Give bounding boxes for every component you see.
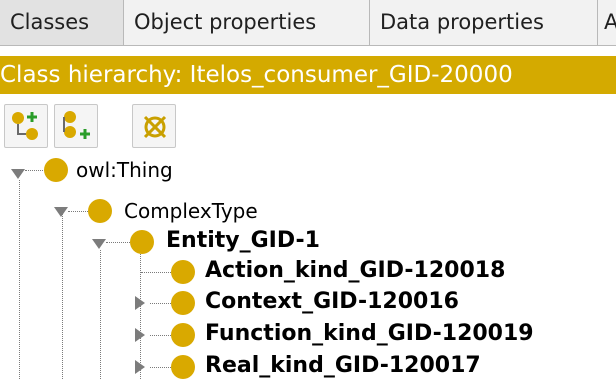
- tree-node-label: owl:Thing: [76, 158, 173, 182]
- class-hierarchy-header: Class hierarchy: Itelos_consumer_GID-200…: [0, 56, 616, 94]
- class-hierarchy-tree: owl:Thing ComplexType Entity_GID-1 Actio…: [0, 158, 616, 379]
- tab-classes[interactable]: Classes: [0, 0, 124, 45]
- collapsed-triangle-icon[interactable]: [132, 327, 148, 343]
- tree-node-label: Real_kind_GID-120017: [205, 353, 481, 378]
- class-icon: [44, 158, 68, 182]
- tab-object-properties[interactable]: Object properties: [124, 0, 370, 45]
- delete-class-icon: [143, 115, 167, 139]
- class-icon: [88, 199, 112, 223]
- tree-connector: [25, 170, 45, 171]
- tree-connector: [150, 303, 171, 304]
- tab-annotation-properties[interactable]: A: [598, 0, 616, 45]
- tree-connector: [150, 335, 171, 336]
- hierarchy-toolbar: [0, 104, 616, 150]
- tree-node-label: Action_kind_GID-120018: [205, 258, 506, 283]
- class-icon: [171, 323, 195, 347]
- delete-class-button[interactable]: [132, 104, 176, 148]
- expanded-triangle-icon[interactable]: [10, 166, 26, 182]
- tree-node-label: Function_kind_GID-120019: [205, 321, 534, 346]
- tab-bar: Classes Object properties Data propertie…: [0, 0, 616, 46]
- add-sibling-class-icon: [63, 111, 90, 139]
- class-icon: [171, 260, 195, 284]
- tree-connector: [150, 367, 171, 368]
- tree-node-label: ComplexType: [124, 199, 258, 223]
- collapsed-triangle-icon[interactable]: [132, 359, 148, 375]
- tree-connector: [19, 180, 20, 379]
- tree-connector: [62, 210, 63, 379]
- expanded-triangle-icon[interactable]: [53, 204, 69, 220]
- tab-data-properties[interactable]: Data properties: [370, 0, 598, 45]
- class-icon: [130, 230, 154, 254]
- tree-connector: [68, 211, 88, 212]
- add-sibling-class-button[interactable]: [54, 104, 98, 148]
- tree-node-label: Context_GID-120016: [205, 289, 459, 314]
- tree-connector: [100, 250, 101, 379]
- collapsed-triangle-icon[interactable]: [132, 295, 148, 311]
- expanded-triangle-icon[interactable]: [91, 236, 107, 252]
- tree-connector: [141, 272, 171, 273]
- class-icon: [171, 355, 195, 379]
- add-subclass-icon: [12, 112, 38, 140]
- tree-node-label: Entity_GID-1: [166, 228, 320, 253]
- add-subclass-button[interactable]: [4, 104, 48, 148]
- tree-connector: [106, 242, 130, 243]
- class-icon: [171, 291, 195, 315]
